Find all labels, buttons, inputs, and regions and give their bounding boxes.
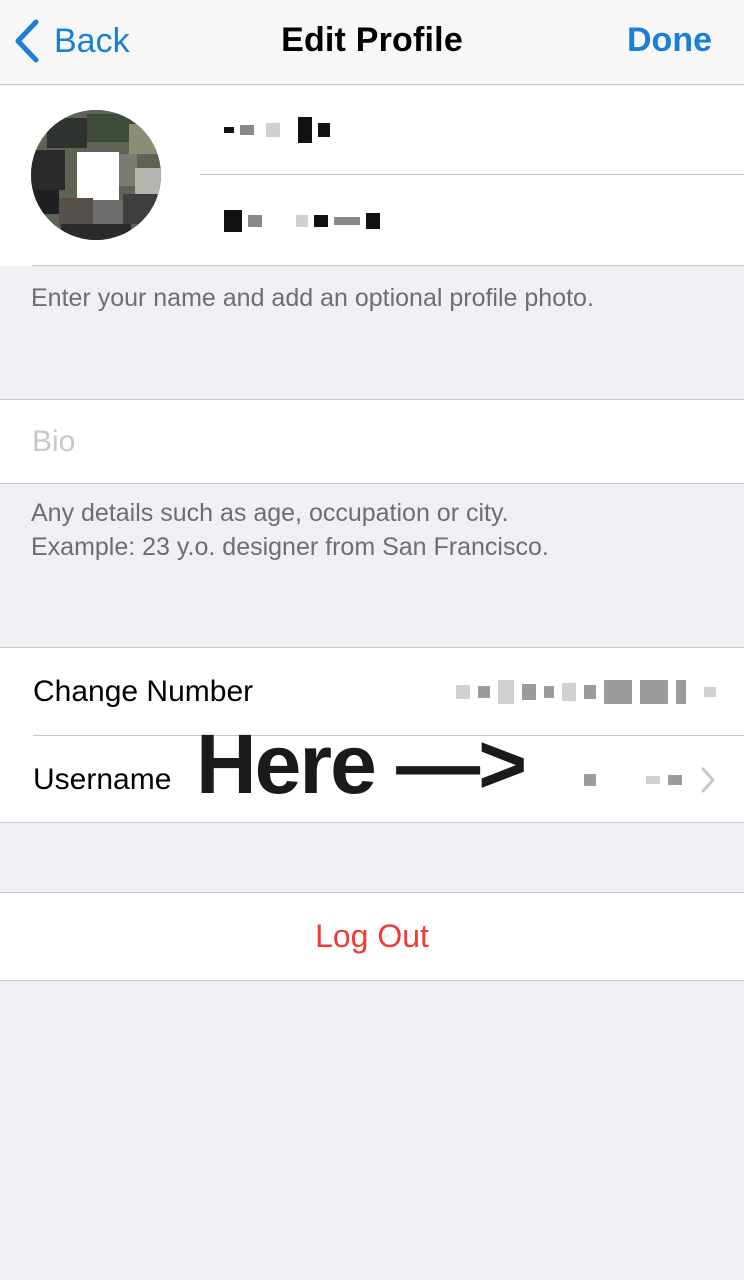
log-out-label: Log Out bbox=[315, 918, 429, 954]
done-button[interactable]: Done bbox=[627, 21, 712, 60]
bio-input[interactable] bbox=[32, 400, 722, 483]
avatar[interactable] bbox=[31, 110, 161, 240]
profile-hint: Enter your name and add an optional prof… bbox=[31, 284, 594, 312]
chevron-right-icon bbox=[701, 767, 715, 792]
bio-hint-line-2: Example: 23 y.o. designer from San Franc… bbox=[31, 533, 549, 561]
annotation-arrow-text: Here —> bbox=[196, 717, 527, 811]
username-value bbox=[576, 736, 716, 823]
bio-hint: Any details such as age, occupation or c… bbox=[31, 496, 721, 564]
bio-hint-line-1: Any details such as age, occupation or c… bbox=[31, 499, 509, 527]
navigation-bar: Back Edit Profile Done bbox=[0, 0, 744, 85]
log-out-button[interactable]: Log Out bbox=[0, 892, 744, 981]
username-label: Username bbox=[33, 762, 172, 796]
last-name-field[interactable] bbox=[200, 176, 744, 265]
first-name-field[interactable] bbox=[200, 86, 744, 175]
profile-card bbox=[0, 86, 744, 266]
bio-card bbox=[0, 399, 744, 484]
divider bbox=[32, 265, 744, 266]
change-number-label: Change Number bbox=[33, 674, 254, 708]
